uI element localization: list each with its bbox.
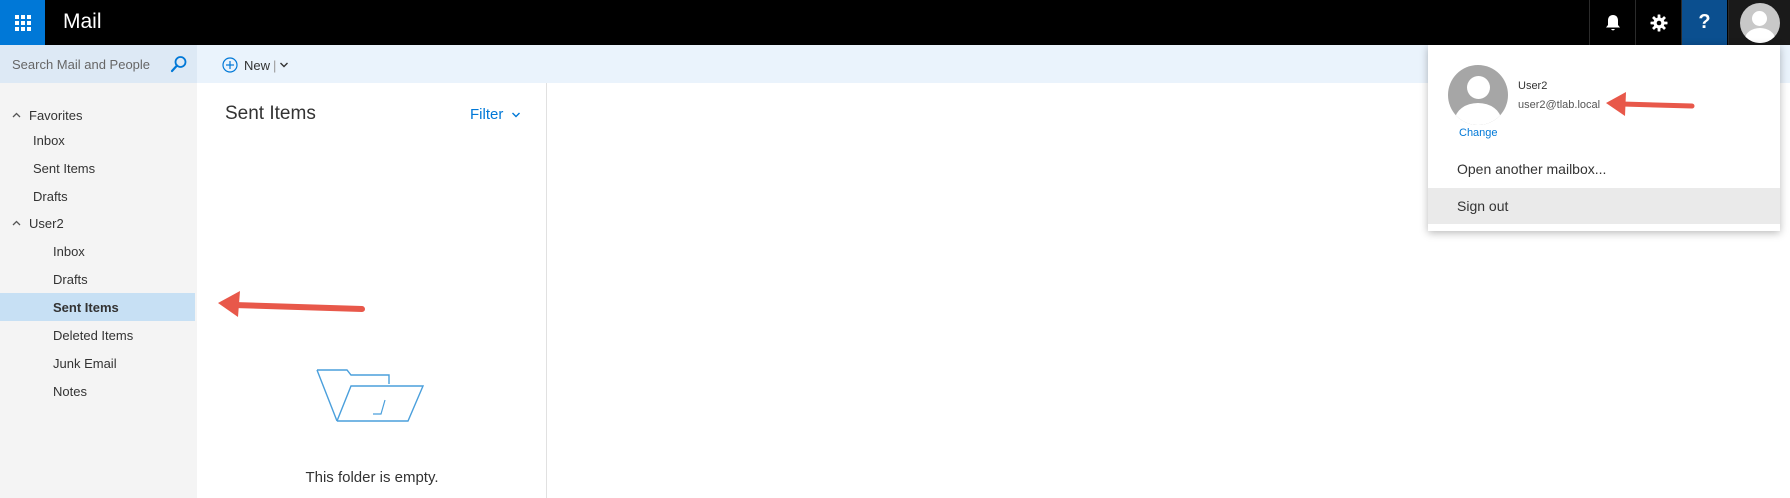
menu-item-label: Sign out xyxy=(1457,198,1509,214)
favorites-item-inbox[interactable]: Inbox xyxy=(0,126,195,154)
chevron-up-icon xyxy=(12,220,21,225)
folder-label: Inbox xyxy=(33,132,65,148)
favorites-item-sent-items[interactable]: Sent Items xyxy=(0,154,195,182)
folder-label: Deleted Items xyxy=(53,327,134,343)
chevron-down-icon[interactable] xyxy=(279,60,289,70)
top-bar: Mail ? xyxy=(0,0,1790,45)
folder-item-inbox[interactable]: Inbox xyxy=(0,237,195,265)
search-icon[interactable] xyxy=(170,55,188,73)
chevron-down-icon xyxy=(512,112,521,117)
empty-folder-icon xyxy=(316,369,425,422)
plus-circle-icon xyxy=(222,57,238,73)
user-email: user2@tlab.local xyxy=(1518,99,1601,111)
filter-button[interactable]: Filter xyxy=(470,106,521,123)
new-message-button[interactable]: New | xyxy=(222,54,289,76)
folder-item-notes[interactable]: Notes xyxy=(0,377,195,405)
account-label: User2 xyxy=(29,215,64,231)
app-title: Mail xyxy=(63,10,102,33)
app-launcher-button[interactable] xyxy=(0,0,45,45)
folder-label: Junk Email xyxy=(53,355,117,371)
folder-label: Sent Items xyxy=(33,160,96,176)
menu-item-label: Open another mailbox... xyxy=(1457,161,1607,177)
folder-item-junk-email[interactable]: Junk Email xyxy=(0,349,195,377)
gear-icon xyxy=(1650,14,1667,31)
filter-label: Filter xyxy=(470,106,504,123)
open-another-mailbox-item[interactable]: Open another mailbox... xyxy=(1428,151,1780,187)
settings-button[interactable] xyxy=(1635,0,1681,45)
account-avatar-button[interactable] xyxy=(1728,0,1790,45)
app-launcher-icon xyxy=(14,14,31,31)
user-avatar-icon xyxy=(1448,65,1508,125)
avatar-icon xyxy=(1739,2,1780,43)
folder-item-drafts[interactable]: Drafts xyxy=(0,265,195,293)
notifications-button[interactable] xyxy=(1589,0,1635,45)
account-menu: Change User2 user2@tlab.local Open anoth… xyxy=(1428,45,1780,231)
owa-mail-window: Mail ? Search Mail and People New | Favo… xyxy=(0,0,1790,498)
help-button[interactable]: ? xyxy=(1681,0,1727,45)
search-box[interactable] xyxy=(0,45,197,83)
bell-icon xyxy=(1605,14,1620,30)
sign-out-item[interactable]: Sign out xyxy=(1428,188,1780,224)
folder-label: Sent Items xyxy=(53,299,119,315)
favorites-item-drafts[interactable]: Drafts xyxy=(0,182,195,210)
folder-label: Inbox xyxy=(53,243,85,259)
new-button-label: New xyxy=(244,57,271,73)
favorites-label: Favorites xyxy=(29,107,83,123)
folder-item-deleted-items[interactable]: Deleted Items xyxy=(0,321,195,349)
account-header[interactable]: User2 xyxy=(12,210,64,236)
folder-label: Drafts xyxy=(53,271,88,287)
empty-folder-message: This folder is empty. xyxy=(305,469,439,486)
folder-label: Drafts xyxy=(33,188,68,204)
favorites-header[interactable]: Favorites xyxy=(12,102,82,128)
message-list: Sent Items Filter This folder is empty. xyxy=(197,83,547,498)
new-button-separator: | xyxy=(273,57,277,73)
chevron-up-icon xyxy=(12,112,21,117)
change-photo-link[interactable]: Change xyxy=(1459,127,1498,139)
folder-item-sent-items[interactable]: Sent Items xyxy=(0,293,195,321)
folder-pane: Favorites Inbox Sent Items Drafts User2 … xyxy=(0,83,197,498)
help-icon: ? xyxy=(1698,11,1711,33)
folder-title: Sent Items xyxy=(225,103,316,124)
folder-label: Notes xyxy=(53,383,87,399)
search-input[interactable] xyxy=(12,56,162,72)
user-name: User2 xyxy=(1518,80,1548,92)
